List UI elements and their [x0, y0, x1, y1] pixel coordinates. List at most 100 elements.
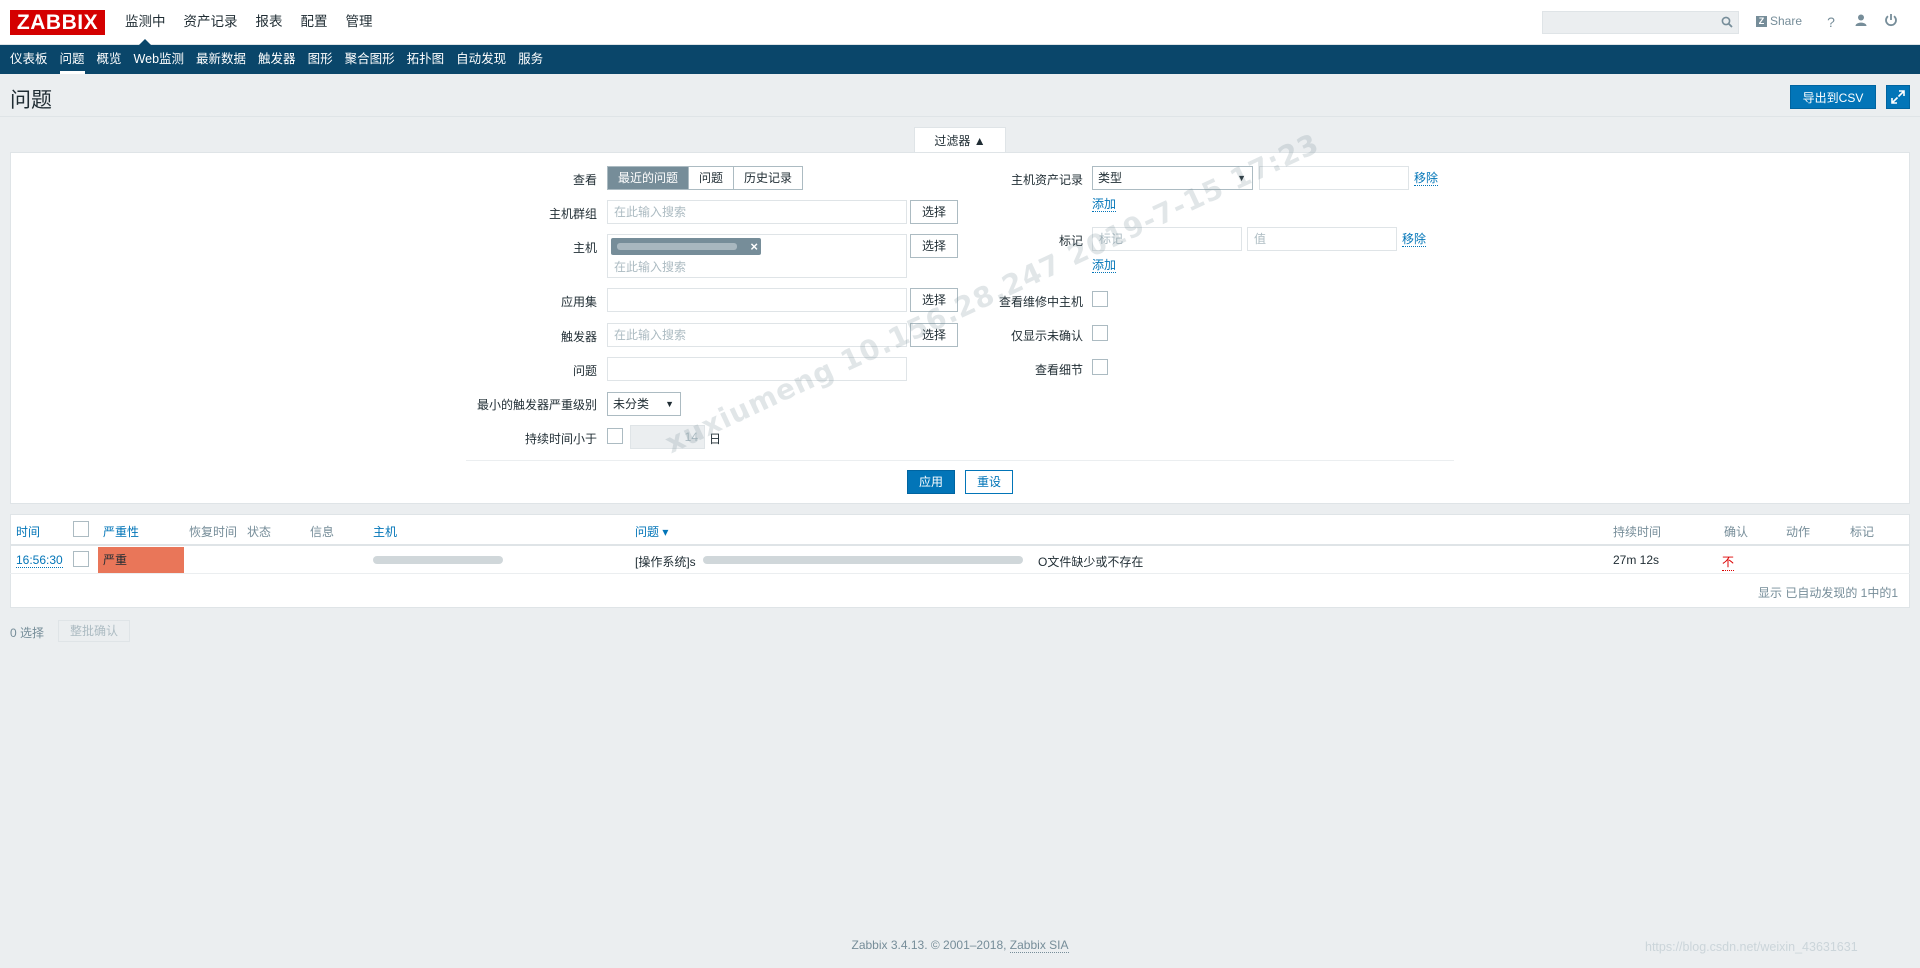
sub-menu: 仪表板 问题 概览 Web监测 最新数据 触发器 图形 聚合图形 拓扑图 自动发…	[0, 45, 1920, 74]
main-menu: 监测中 资产记录 报表 配置 管理	[116, 0, 382, 46]
maintenance-checkbox[interactable]	[1092, 291, 1108, 307]
problem-label: 问题	[572, 364, 597, 378]
footer-company-link[interactable]: Zabbix SIA	[1009, 938, 1069, 953]
submenu-graphs[interactable]: 图形	[302, 45, 339, 74]
footer-text: Zabbix 3.4.13. © 2001–2018,	[851, 938, 1010, 952]
tag-value-input[interactable]: 值	[1247, 227, 1397, 251]
row-problem-prefix[interactable]: [操作系统]s	[635, 553, 696, 570]
fullscreen-button[interactable]	[1886, 85, 1910, 109]
hostgroups-input[interactable]: 在此输入搜索	[607, 200, 907, 224]
show-history-option[interactable]: 历史记录	[734, 167, 803, 189]
submenu-maps[interactable]: 拓扑图	[401, 45, 451, 74]
csdn-watermark: https://blog.csdn.net/weixin_43631631	[1645, 940, 1858, 954]
selected-host-tag: ×	[611, 238, 761, 255]
title-divider	[0, 116, 1920, 117]
row-problem-redacted[interactable]	[703, 556, 1023, 564]
row-duration: 27m 12s	[1613, 553, 1660, 567]
filter-toggle-tab[interactable]: 过滤器 ▲	[914, 127, 1006, 153]
tag-remove-link[interactable]: 移除	[1402, 232, 1427, 247]
row-problem-suffix[interactable]: O文件缺少或不存在	[1038, 553, 1143, 570]
age-label: 持续时间小于	[524, 432, 597, 446]
menu-configuration[interactable]: 配置	[292, 0, 337, 45]
hosts-placeholder: 在此输入搜索	[614, 260, 687, 274]
show-segmented-control: 最近的问题 问题 历史记录	[607, 166, 804, 190]
col-status-header: 状态	[247, 525, 272, 539]
fullscreen-icon	[1891, 90, 1905, 104]
hosts-select-button[interactable]: 选择	[910, 234, 958, 258]
select-all-checkbox[interactable]	[73, 521, 89, 537]
row-divider	[10, 573, 1910, 574]
col-problem-header[interactable]: 问题 ▾	[635, 523, 668, 540]
page-title: 问题	[10, 89, 52, 112]
dropdown-arrow-icon: ▼	[665, 399, 674, 409]
col-recovery-time-header: 恢复时间	[189, 525, 238, 539]
remove-host-icon[interactable]: ×	[750, 238, 758, 255]
sign-out-icon[interactable]	[1882, 13, 1900, 31]
show-problems-option[interactable]: 问题	[689, 167, 735, 189]
age-checkbox[interactable]	[607, 428, 623, 444]
page-footer: Zabbix 3.4.13. © 2001–2018, Zabbix SIA	[0, 938, 1920, 953]
inventory-add-link[interactable]: 添加	[1092, 197, 1117, 212]
menu-inventory[interactable]: 资产记录	[175, 0, 247, 45]
hostgroups-select-button[interactable]: 选择	[910, 200, 958, 224]
col-ack-header: 确认	[1724, 525, 1749, 539]
submenu-discovery[interactable]: 自动发现	[450, 45, 512, 74]
row-time-link[interactable]: 16:56:30	[16, 553, 63, 568]
details-label: 查看细节	[1034, 363, 1083, 377]
global-search-input[interactable]	[1542, 11, 1739, 34]
col-host-header[interactable]: 主机	[373, 523, 397, 540]
filter-divider	[466, 460, 1454, 461]
submenu-latest-data[interactable]: 最新数据	[190, 45, 252, 74]
top-header: ZABBIX 监测中 资产记录 报表 配置 管理 Z Share ?	[0, 0, 1920, 46]
mass-acknowledge-button[interactable]: 整批确认	[58, 620, 130, 642]
min-severity-select[interactable]: 未分类 ▼	[607, 392, 681, 416]
triggers-label: 触发器	[560, 330, 597, 344]
inventory-label: 主机资产记录	[1010, 173, 1083, 187]
share-link[interactable]: Z Share	[1756, 14, 1802, 28]
user-profile-icon[interactable]	[1852, 13, 1870, 31]
col-tags-header: 标记	[1850, 525, 1875, 539]
inventory-field-value: 类型	[1098, 171, 1123, 185]
inventory-remove-link[interactable]: 移除	[1414, 171, 1439, 186]
col-info-header: 信息	[310, 525, 335, 539]
submenu-services[interactable]: 服务	[512, 45, 549, 74]
min-severity-value: 未分类	[613, 397, 650, 411]
show-recent-problems-option[interactable]: 最近的问题	[608, 167, 690, 189]
show-label: 查看	[572, 173, 597, 187]
row-host-redacted[interactable]	[373, 556, 503, 564]
col-severity-header[interactable]: 严重性	[103, 523, 139, 540]
selected-count: 0 选择	[10, 626, 45, 640]
submenu-problems[interactable]: 问题	[54, 45, 91, 74]
row-severity-cell: 严重	[98, 547, 184, 573]
search-icon[interactable]	[1721, 16, 1733, 28]
hostgroups-label: 主机群组	[548, 207, 597, 221]
unack-label: 仅显示未确认	[1010, 329, 1083, 343]
row-ack-link[interactable]: 不	[1722, 553, 1735, 571]
table-record-count: 显示 已自动发现的 1中的1	[1758, 586, 1899, 600]
unack-checkbox[interactable]	[1092, 325, 1108, 341]
zabbix-share-icon: Z	[1756, 15, 1767, 27]
submenu-web[interactable]: Web监测	[128, 45, 190, 74]
hosts-label: 主机	[572, 241, 597, 255]
help-icon[interactable]: ?	[1822, 13, 1840, 31]
share-label: Share	[1770, 14, 1803, 28]
reset-button[interactable]: 重设	[965, 470, 1013, 494]
col-duration-header: 持续时间	[1613, 525, 1662, 539]
submenu-overview[interactable]: 概览	[91, 45, 128, 74]
menu-administration[interactable]: 管理	[337, 0, 382, 45]
details-checkbox[interactable]	[1092, 359, 1108, 375]
menu-reports[interactable]: 报表	[247, 0, 292, 45]
application-input[interactable]	[607, 288, 907, 312]
export-csv-button[interactable]: 导出到CSV	[1790, 85, 1876, 109]
row-checkbox[interactable]	[73, 551, 89, 567]
min-severity-label: 最小的触发器严重级别	[476, 398, 597, 412]
hosts-multiselect[interactable]: × 在此输入搜索	[607, 234, 907, 278]
submenu-screens[interactable]: 聚合图形	[339, 45, 401, 74]
submenu-dashboard[interactable]: 仪表板	[4, 45, 54, 74]
zabbix-logo[interactable]: ZABBIX	[10, 10, 105, 35]
submenu-triggers[interactable]: 触发器	[252, 45, 302, 74]
col-actions-header: 动作	[1786, 525, 1811, 539]
menu-monitoring[interactable]: 监测中	[116, 0, 175, 46]
col-time-header[interactable]: 时间	[16, 523, 40, 540]
apply-button[interactable]: 应用	[907, 470, 955, 494]
